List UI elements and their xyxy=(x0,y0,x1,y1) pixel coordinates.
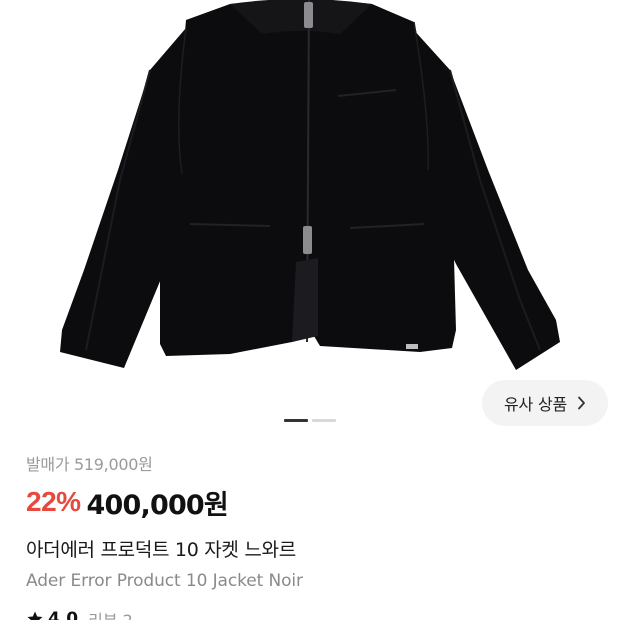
product-info: 발매가 519,000원 22% 400,000원 아더에러 프로덕트 10 자… xyxy=(26,452,600,620)
zipper-pull-top xyxy=(304,2,313,28)
similar-products-label: 유사 상품 xyxy=(504,395,567,414)
star-icon xyxy=(26,610,44,620)
review-count[interactable]: 리뷰 2 xyxy=(88,607,133,620)
zipper-pull-bottom xyxy=(303,226,312,254)
similar-products-button[interactable]: 유사 상품 xyxy=(482,380,608,426)
brand-tag xyxy=(406,344,418,349)
jacket-illustration xyxy=(60,0,560,370)
rating-row[interactable]: 4.0 리뷰 2 xyxy=(26,606,600,620)
carousel-pagination xyxy=(284,419,336,422)
price-row: 22% 400,000원 xyxy=(26,484,600,521)
product-image[interactable] xyxy=(0,0,620,440)
rating-score: 4.0 xyxy=(48,609,79,620)
product-detail-page: 유사 상품 발매가 519,000원 22% 400,000원 아더에러 프로덕… xyxy=(0,0,620,620)
carousel-page-indicator[interactable] xyxy=(312,419,336,422)
chevron-right-icon xyxy=(577,396,586,410)
product-title-korean: 아더에러 프로덕트 10 자켓 느와르 xyxy=(26,539,296,561)
product-title-english: Ader Error Product 10 Jacket Noir xyxy=(26,571,303,591)
original-price: 발매가 519,000원 xyxy=(26,455,153,474)
sale-price: 400,000원 xyxy=(86,489,229,521)
discount-rate: 22% xyxy=(26,486,81,517)
carousel-page-indicator[interactable] xyxy=(284,419,308,422)
